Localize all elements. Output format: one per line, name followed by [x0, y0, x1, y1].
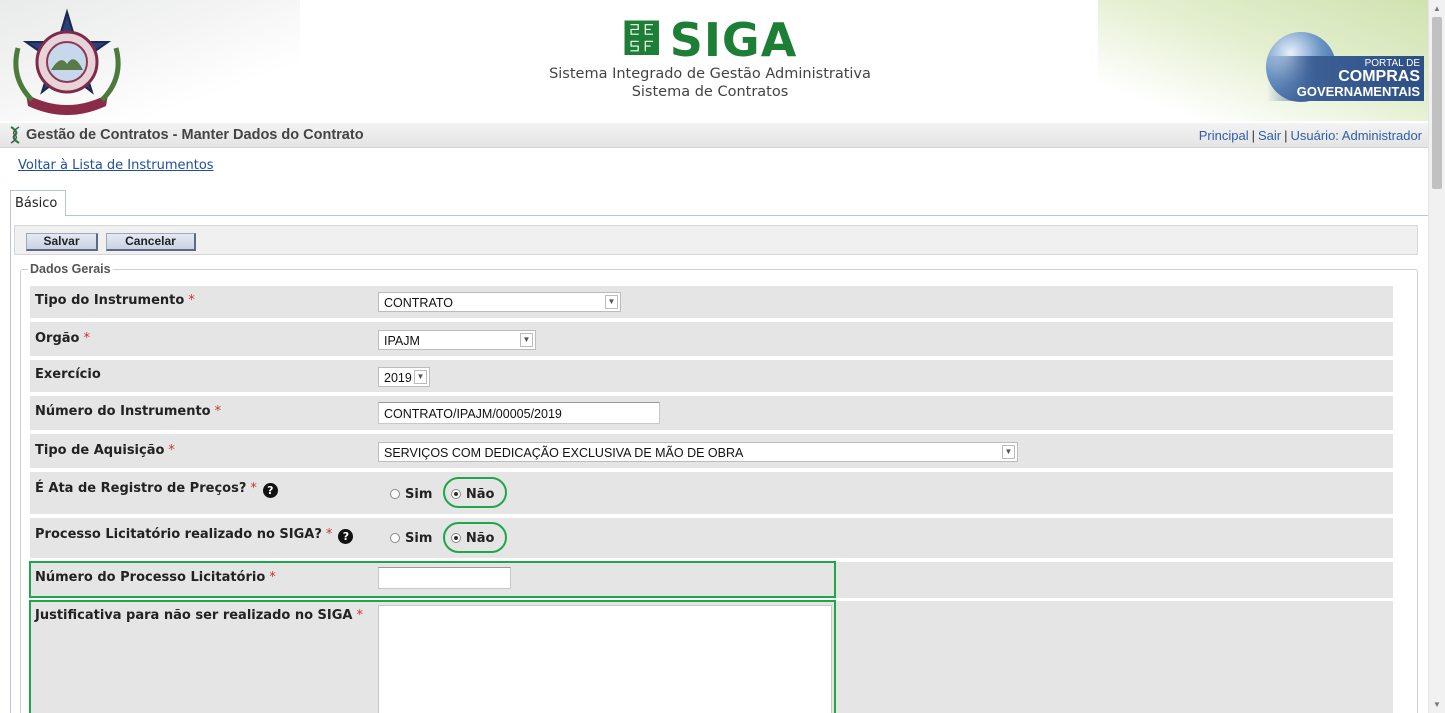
required-marker: *: [214, 404, 222, 419]
dropdown-arrow-icon: ▼: [605, 295, 618, 309]
siga-subtitle-1: Sistema Integrado de Gestão Administrati…: [549, 66, 871, 82]
row-ata-registro: É Ata de Registro de Preços? *? Sim Não: [30, 472, 1393, 514]
dropdown-arrow-icon: ▼: [1002, 445, 1015, 459]
required-marker: *: [325, 527, 333, 542]
link-separator: |: [1284, 128, 1288, 143]
help-icon[interactable]: ?: [338, 529, 354, 544]
title-bar: Gestão de Contratos - Manter Dados do Co…: [0, 123, 1428, 148]
select-value: SERVIÇOS COM DEDICAÇÃO EXCLUSIVA DE MÃO …: [384, 446, 744, 460]
top-links: Principal | Sair | Usuário: Administrador: [1199, 128, 1422, 143]
processo-sim-option[interactable]: Sim: [390, 531, 432, 546]
sair-link[interactable]: Sair: [1258, 128, 1281, 143]
numero-instrumento-input[interactable]: CONTRATO/IPAJM/00005/2019: [378, 402, 660, 424]
siga-subtitle-2: Sistema de Contratos: [631, 84, 789, 100]
field-label: Processo Licitatório realizado no SIGA? *…: [35, 527, 354, 544]
portal-compras-logo: PORTAL DE COMPRAS GOVERNAMENTAIS: [1256, 26, 1424, 116]
siga-dna-icon: ⹟: [622, 17, 662, 61]
radio-icon: [390, 533, 400, 543]
fieldset-legend: Dados Gerais: [28, 262, 113, 276]
vertical-scrollbar[interactable]: ▲ ▼: [1428, 0, 1445, 713]
row-tipo-aquisicao: Tipo de Aquisição * SERVIÇOS COM DEDICAÇÃ…: [30, 434, 1393, 468]
siga-brand-text: SIGA: [669, 13, 798, 67]
row-processo-siga: Processo Licitatório realizado no SIGA? *…: [30, 518, 1393, 558]
field-label: Orgão *: [35, 331, 90, 346]
highlight-box: [29, 561, 836, 598]
field-label: É Ata de Registro de Preços? *?: [35, 481, 278, 498]
tab-basico[interactable]: Básico: [10, 190, 66, 216]
highlight-ring: [443, 522, 507, 553]
save-button[interactable]: Salvar: [26, 233, 98, 251]
required-marker: *: [168, 443, 175, 458]
dropdown-arrow-icon: ▼: [414, 370, 427, 384]
field-label: Exercício: [35, 367, 101, 382]
portal-line-2: COMPRAS: [1338, 68, 1420, 85]
usuario-link[interactable]: Usuário: Administrador: [1291, 128, 1423, 143]
exercicio-select[interactable]: 2019 ▼: [378, 367, 430, 387]
header-banner: ⹟ SIGA Sistema Integrado de Gestão Admini…: [0, 0, 1428, 121]
row-tipo-instrumento: Tipo do Instrumento * CONTRATO ▼: [30, 286, 1393, 318]
select-value: IPAJM: [384, 334, 420, 348]
siga-logo: ⹟ SIGA Sistema Integrado de Gestão Admini…: [540, 14, 880, 109]
portal-line-3: GOVERNAMENTAIS: [1296, 84, 1420, 99]
row-numero-instrumento: Número do Instrumento * CONTRATO/IPAJM/00…: [30, 396, 1393, 430]
link-separator: |: [1251, 128, 1255, 143]
help-icon[interactable]: ?: [262, 483, 278, 498]
siga-dna-icon: [10, 126, 20, 144]
back-to-list-link[interactable]: Voltar à Lista de Instrumentos: [18, 158, 214, 173]
required-marker: *: [188, 293, 195, 308]
dropdown-arrow-icon: ▼: [520, 333, 533, 347]
tipo-aquisicao-select[interactable]: SERVIÇOS COM DEDICAÇÃO EXCLUSIVA DE MÃO …: [378, 442, 1018, 462]
select-value: CONTRATO: [384, 296, 453, 310]
cancel-button[interactable]: Cancelar: [106, 233, 196, 251]
select-value: 2019: [384, 371, 412, 385]
highlight-box: [29, 600, 836, 713]
orgao-select[interactable]: IPAJM ▼: [378, 330, 536, 350]
row-orgao: Orgão * IPAJM ▼: [30, 322, 1393, 356]
scroll-thumb[interactable]: [1432, 17, 1442, 189]
ata-sim-option[interactable]: Sim: [390, 487, 432, 502]
radio-icon: [390, 489, 400, 499]
scroll-down-icon[interactable]: ▼: [1433, 700, 1441, 709]
scroll-up-icon[interactable]: ▲: [1433, 4, 1441, 13]
field-label: Número do Instrumento *: [35, 404, 222, 419]
action-toolbar: Salvar Cancelar: [14, 225, 1418, 255]
row-exercicio: Exercício 2019 ▼: [30, 360, 1393, 392]
required-marker: *: [83, 331, 90, 346]
required-marker: *: [250, 481, 257, 496]
page-title: Gestão de Contratos - Manter Dados do Co…: [26, 127, 364, 143]
field-label: Tipo de Aquisição *: [35, 443, 175, 458]
tipo-instrumento-select[interactable]: CONTRATO ▼: [378, 292, 621, 312]
state-crest-logo: [13, 8, 121, 115]
highlight-ring: [443, 477, 507, 508]
field-label: Tipo do Instrumento *: [35, 293, 195, 308]
principal-link[interactable]: Principal: [1199, 128, 1249, 143]
